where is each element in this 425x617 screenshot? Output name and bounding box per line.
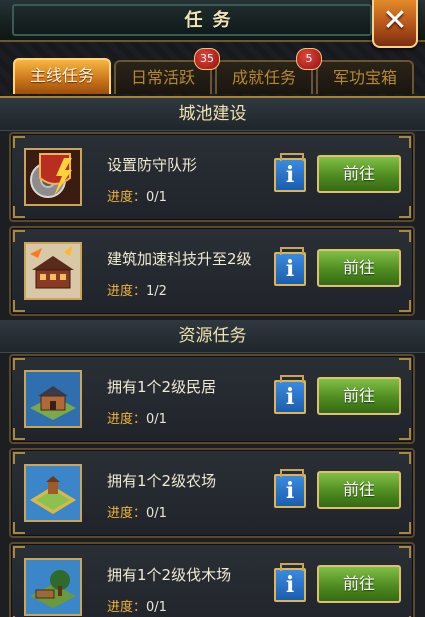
tab-label: 日常活跃 bbox=[130, 68, 195, 87]
go-button[interactable]: 前往 bbox=[317, 155, 401, 193]
progress-value: 0/1 bbox=[146, 600, 167, 615]
tab-label: 军功宝箱 bbox=[332, 68, 397, 87]
task-name: 建筑加速科技升至2级 bbox=[107, 250, 252, 268]
task-name: 拥有1个2级民居 bbox=[107, 378, 217, 396]
task-progress: 进度：0/1 bbox=[107, 408, 167, 427]
task-card: 拥有1个2级农场 进度：0/1 i 前往 bbox=[9, 448, 415, 538]
go-button[interactable]: 前往 bbox=[317, 377, 401, 415]
info-button[interactable]: i bbox=[274, 153, 306, 192]
info-icon: i bbox=[285, 162, 295, 188]
progress-label: 进度： bbox=[107, 284, 147, 299]
task-progress: 进度：0/1 bbox=[107, 186, 167, 205]
go-button[interactable]: 前往 bbox=[317, 471, 401, 509]
tab-merit-chest[interactable]: 军功宝箱 bbox=[316, 60, 414, 94]
title-bar: 任务 ✕ bbox=[0, 0, 425, 48]
residence-icon bbox=[24, 370, 82, 428]
go-button[interactable]: 前往 bbox=[317, 249, 401, 287]
progress-label: 进度： bbox=[107, 412, 147, 427]
daily-badge: 35 bbox=[194, 48, 220, 70]
go-button[interactable]: 前往 bbox=[317, 565, 401, 603]
tab-label: 主线任务 bbox=[29, 66, 94, 85]
info-button[interactable]: i bbox=[274, 375, 306, 414]
task-card: 建筑加速科技升至2级 进度：1/2 i 前往 bbox=[9, 226, 415, 316]
task-progress: 进度：0/1 bbox=[107, 596, 167, 615]
close-button[interactable]: ✕ bbox=[372, 0, 418, 48]
quest-window: 任务 ✕ 主线任务 日常活跃 成就任务 军功宝箱 35 5 城池建设 设置防守队… bbox=[0, 0, 425, 617]
tab-main-quest[interactable]: 主线任务 bbox=[13, 58, 111, 94]
progress-label: 进度： bbox=[107, 190, 147, 205]
progress-label: 进度： bbox=[107, 600, 147, 615]
progress-value: 1/2 bbox=[146, 284, 167, 299]
progress-value: 0/1 bbox=[146, 506, 167, 521]
info-button[interactable]: i bbox=[274, 247, 306, 286]
progress-value: 0/1 bbox=[146, 190, 167, 205]
farm-icon bbox=[24, 464, 82, 522]
lumber-mill-icon bbox=[24, 558, 82, 616]
info-button[interactable]: i bbox=[274, 563, 306, 602]
info-icon: i bbox=[285, 572, 295, 598]
task-progress: 进度：1/2 bbox=[107, 280, 167, 299]
task-name: 拥有1个2级伐木场 bbox=[107, 566, 232, 584]
task-progress: 进度：0/1 bbox=[107, 502, 167, 521]
defense-formation-icon bbox=[24, 148, 82, 206]
build-speed-tech-icon bbox=[24, 242, 82, 300]
task-card: 设置防守队形 进度：0/1 i 前往 bbox=[9, 132, 415, 222]
section-header-resources: 资源任务 bbox=[0, 320, 425, 353]
progress-value: 0/1 bbox=[146, 412, 167, 427]
info-icon: i bbox=[285, 384, 295, 410]
task-card: 拥有1个2级民居 进度：0/1 i 前往 bbox=[9, 354, 415, 444]
tab-label: 成就任务 bbox=[231, 68, 296, 87]
close-icon: ✕ bbox=[382, 3, 408, 38]
task-name: 设置防守队形 bbox=[107, 156, 198, 174]
quest-list[interactable]: 城池建设 设置防守队形 进度：0/1 i 前往 建筑加速科技升至2级 进度：1/… bbox=[0, 96, 425, 617]
window-title: 任务 bbox=[184, 10, 241, 31]
progress-label: 进度： bbox=[107, 506, 147, 521]
section-header-city: 城池建设 bbox=[0, 98, 425, 131]
info-icon: i bbox=[285, 256, 295, 282]
info-icon: i bbox=[285, 478, 295, 504]
achievement-badge: 5 bbox=[296, 48, 322, 70]
task-name: 拥有1个2级农场 bbox=[107, 472, 217, 490]
info-button[interactable]: i bbox=[274, 469, 306, 508]
tab-bar: 主线任务 日常活跃 成就任务 军功宝箱 35 5 bbox=[0, 48, 425, 96]
task-card: 拥有1个2级伐木场 进度：0/1 i 前往 bbox=[9, 542, 415, 617]
